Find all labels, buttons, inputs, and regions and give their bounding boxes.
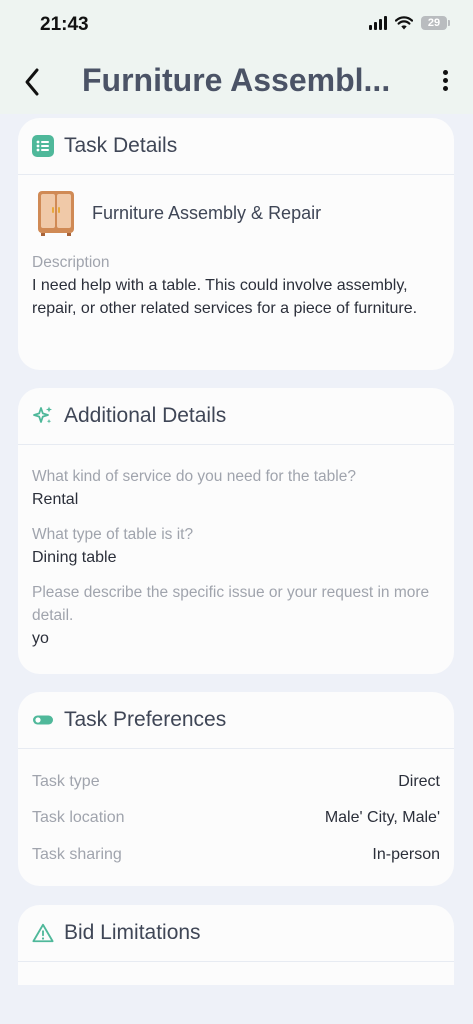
more-options-button[interactable] (437, 70, 453, 96)
preference-label: Task location (32, 809, 125, 827)
back-button[interactable] (20, 64, 48, 100)
description-label: Description (32, 254, 110, 271)
toggle-icon (32, 709, 54, 731)
task-details-card: Task Details Furniture Assembly & Repair… (18, 118, 454, 370)
task-preferences-title: Task Preferences (64, 708, 227, 731)
page-title: Furniture Assembl... (82, 62, 391, 98)
warning-icon (32, 922, 54, 944)
question-text: Please describe the specific issue or yo… (32, 584, 430, 624)
preference-value: Direct (398, 772, 440, 790)
status-time: 21:43 (40, 14, 89, 35)
bid-limitations-card: Bid Limitations (18, 905, 454, 985)
battery-icon: 29 (421, 16, 450, 30)
task-details-header: Task Details (18, 118, 454, 175)
preference-label: Task type (32, 772, 100, 790)
task-preferences-header: Task Preferences (18, 692, 454, 749)
additional-details-title: Additional Details (64, 404, 227, 427)
wardrobe-icon (32, 189, 80, 237)
question-item: What kind of service do you need for the… (32, 465, 440, 511)
question-item: Please describe the specific issue or yo… (32, 581, 440, 650)
task-details-title: Task Details (64, 134, 178, 157)
question-text: What type of table is it? (32, 526, 194, 543)
answer-text: Rental (32, 491, 79, 508)
more-dot-icon (442, 70, 448, 75)
bid-limitations-title: Bid Limitations (64, 921, 201, 944)
app-header: Furniture Assembl... (0, 52, 473, 114)
service-row: Furniture Assembly & Repair (32, 189, 440, 237)
more-dot-icon (442, 78, 448, 83)
additional-details-card: Additional Details What kind of service … (18, 388, 454, 674)
chevron-left-icon (25, 68, 39, 96)
status-bar: 21:43 29 (0, 0, 473, 52)
additional-details-header: Additional Details (18, 388, 454, 445)
task-preferences-card: Task Preferences Task type Direct Task l… (18, 692, 454, 886)
bid-limitations-header: Bid Limitations (18, 905, 454, 962)
question-item: What type of table is it? Dining table (32, 523, 440, 569)
sparkles-icon (32, 405, 54, 427)
service-name: Furniture Assembly & Repair (92, 202, 322, 223)
preference-value: Male' City, Male' (324, 809, 440, 827)
system-icons: 29 (369, 16, 450, 30)
cellular-signal-icon (369, 16, 387, 30)
preference-row: Task sharing In-person (32, 836, 440, 873)
preference-row: Task location Male' City, Male' (32, 800, 440, 837)
preference-row: Task type Direct (32, 763, 440, 800)
answer-text: yo (32, 630, 49, 647)
answer-text: Dining table (32, 549, 117, 566)
more-dot-icon (442, 86, 448, 91)
description-text: I need help with a table. This could inv… (32, 277, 418, 317)
wifi-icon (395, 16, 413, 30)
preference-value: In-person (372, 845, 440, 863)
list-icon (32, 135, 54, 157)
preference-label: Task sharing (32, 845, 122, 863)
question-text: What kind of service do you need for the… (32, 468, 356, 485)
